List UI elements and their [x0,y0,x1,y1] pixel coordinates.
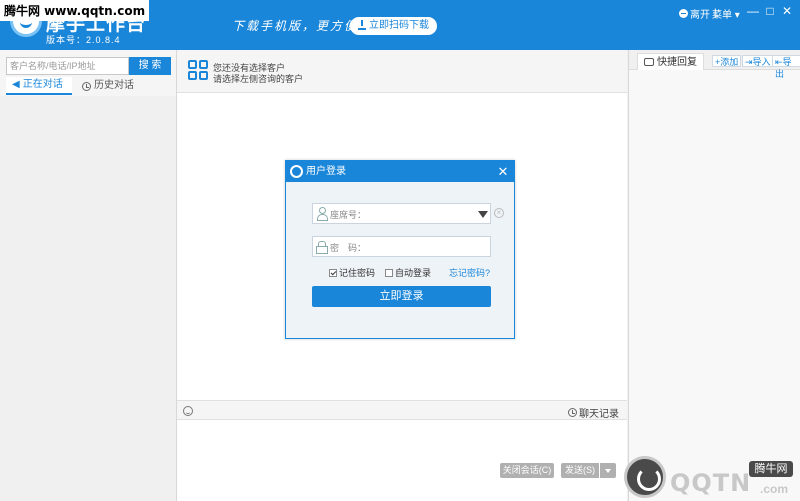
lock-icon [316,241,328,254]
login-dialog: 用户登录 ✕ 座席号： × 密 码： 记住密码 自动登录 忘记密码? 立即登录 [285,160,515,339]
user-icon [316,207,328,221]
customer-info-header: 您还没有选择客户 请选择左侧咨询的客户 [177,50,627,93]
login-button[interactable]: 立即登录 [312,286,491,307]
checkbox-checked[interactable] [329,268,337,277]
password-field[interactable]: 密 码： [312,236,491,257]
remember-password-checkbox[interactable]: 记住密码 [329,266,375,279]
menu-button[interactable]: 菜单 ▾ [712,6,740,21]
dialog-logo-icon [290,165,303,178]
tab-current-conversation[interactable]: ◀ 正在对话 [6,77,72,95]
quick-reply-header: 快捷回复 +添加 ⇥导入 ⇤导出 [629,50,800,79]
speaker-icon: ◀ [12,79,20,90]
search-button[interactable]: 搜 索 [129,57,171,75]
import-button[interactable]: ⇥导入 [742,55,774,67]
checkbox-unchecked[interactable] [385,268,393,277]
forgot-password-link[interactable]: 忘记密码? [449,266,490,279]
chat-history-button[interactable]: 聊天记录 [568,405,619,420]
seat-number-field[interactable]: 座席号： [312,203,491,224]
input-toolbar: 聊天记录 [177,400,627,420]
dialog-title: 用户登录 [306,166,346,177]
qqtn-logo-icon [624,456,666,498]
right-panel: 快捷回复 +添加 ⇥导入 ⇤导出 [628,50,800,501]
close-window-button[interactable]: ✕ [781,5,793,17]
close-conversation-button[interactable]: 关闭会话(C) [500,463,554,478]
site-watermark: 腾牛网 www.qqtn.com [0,0,150,21]
scan-download-button[interactable]: 立即扫码下载 [350,17,437,35]
maximize-button[interactable]: □ [764,5,776,17]
select-customer-hint: 请选择左侧咨询的客户 [213,74,304,84]
left-panel: 搜 索 ◀ 正在对话 历史对话 [0,50,177,501]
history-clock-icon [82,81,91,91]
emoji-icon[interactable] [183,406,193,416]
status-label: 离开 [690,10,710,21]
tab-history-conversation[interactable]: 历史对话 [82,77,134,95]
add-reply-button[interactable]: +添加 [712,55,742,67]
clear-icon[interactable]: × [494,208,504,218]
customer-search-input[interactable] [6,57,129,75]
download-icon [358,20,366,30]
conversation-list [0,96,176,501]
version-label: 版本号：2.0.8.4 [46,35,121,45]
minimize-button[interactable]: — [747,5,759,17]
customer-grid-icon [188,60,208,80]
send-options-dropdown[interactable] [600,463,616,478]
dialog-header: 用户登录 ✕ [286,161,514,182]
clock-icon [568,408,577,417]
chat-bubble-icon [644,58,654,66]
conversation-tabs: ◀ 正在对话 历史对话 [0,77,177,95]
away-icon [679,9,688,18]
export-button[interactable]: ⇤导出 [772,55,800,79]
download-slogan: 下载手机版，更方便! [232,19,365,33]
auto-login-checkbox[interactable]: 自动登录 [385,266,431,279]
chevron-down-icon[interactable] [478,211,488,218]
dialog-close-icon[interactable]: ✕ [496,161,510,182]
status-toggle[interactable]: 离开 | [679,6,717,21]
tab-quick-reply[interactable]: 快捷回复 [637,53,704,70]
qqtn-watermark: QQTN 腾牛网 .com [620,455,800,501]
send-button[interactable]: 发送(S) [561,463,599,478]
